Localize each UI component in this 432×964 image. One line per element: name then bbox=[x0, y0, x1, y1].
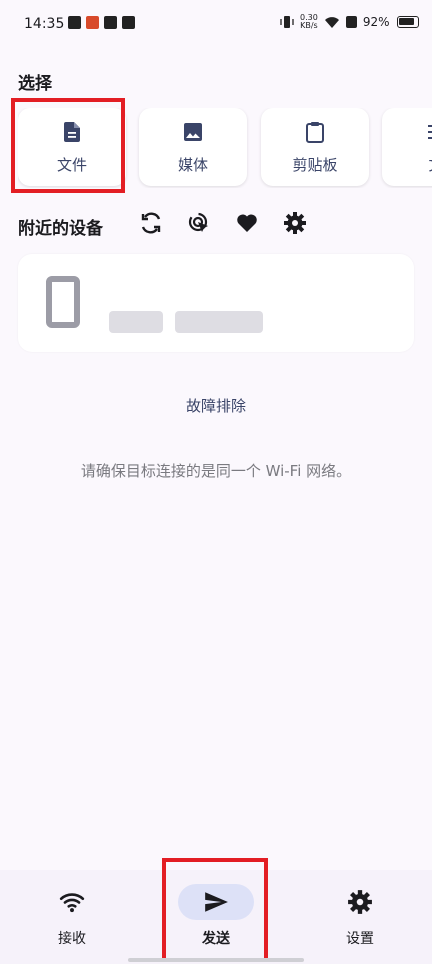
card-clipboard-label: 剪贴板 bbox=[292, 155, 338, 174]
app-notification-icon bbox=[68, 16, 81, 29]
status-time: 14:35 bbox=[24, 16, 65, 32]
card-media-label: 媒体 bbox=[177, 155, 208, 174]
phone-icon bbox=[46, 276, 80, 328]
sim-icon bbox=[345, 16, 357, 28]
nav-receive-label: 接收 bbox=[58, 931, 86, 947]
nearby-devices-title: 附近的设备 bbox=[18, 219, 103, 239]
status-bar: 14:35 0.30 KB/s 92% bbox=[0, 0, 432, 50]
settings-icon bbox=[348, 890, 372, 914]
system-status-icons: 0.30 KB/s 92% bbox=[280, 13, 420, 30]
battery-icon bbox=[397, 16, 420, 28]
nav-receive-icon-container bbox=[34, 884, 110, 920]
device-placeholder-card bbox=[18, 254, 414, 352]
wifi-status-icon bbox=[324, 17, 339, 28]
nearby-settings-button[interactable] bbox=[282, 210, 308, 236]
nav-settings-label: 设置 bbox=[346, 931, 374, 947]
network-speed: 0.30 KB/s bbox=[300, 13, 318, 30]
highlight-box-file bbox=[11, 98, 125, 193]
image-icon bbox=[184, 122, 202, 141]
app-notification-icon bbox=[86, 16, 99, 29]
notification-icons bbox=[68, 16, 135, 29]
vibrate-icon bbox=[280, 16, 294, 28]
settings-gear-icon bbox=[284, 212, 306, 234]
text-icon bbox=[428, 124, 432, 139]
nav-settings[interactable]: 设置 bbox=[310, 884, 410, 948]
favorites-button[interactable] bbox=[234, 210, 260, 236]
battery-percent: 92% bbox=[362, 15, 390, 29]
card-text[interactable]: 文 bbox=[382, 108, 432, 186]
gesture-bar bbox=[128, 958, 304, 962]
tiktok-icon bbox=[122, 16, 135, 29]
wifi-icon bbox=[59, 893, 85, 913]
device-name-placeholder bbox=[109, 311, 163, 333]
nav-settings-icon-container bbox=[322, 884, 398, 920]
device-info-placeholder bbox=[175, 311, 263, 333]
wifi-hint: 请确保目标连接的是同一个 Wi-Fi 网络。 bbox=[80, 462, 352, 480]
scan-button[interactable] bbox=[186, 210, 212, 236]
mail-icon bbox=[104, 16, 117, 29]
scan-click-icon bbox=[188, 212, 208, 232]
card-text-label: 文 bbox=[428, 154, 432, 175]
highlight-box-send bbox=[162, 858, 268, 962]
refresh-icon bbox=[141, 212, 161, 234]
troubleshoot-link[interactable]: 故障排除 bbox=[0, 395, 432, 416]
clipboard-icon bbox=[306, 121, 324, 143]
card-clipboard[interactable]: 剪贴板 bbox=[261, 108, 369, 186]
nav-receive[interactable]: 接收 bbox=[22, 884, 122, 948]
card-media[interactable]: 媒体 bbox=[139, 108, 247, 186]
select-title: 选择 bbox=[18, 74, 52, 94]
refresh-button[interactable] bbox=[138, 210, 164, 236]
favorite-heart-icon bbox=[237, 214, 257, 232]
